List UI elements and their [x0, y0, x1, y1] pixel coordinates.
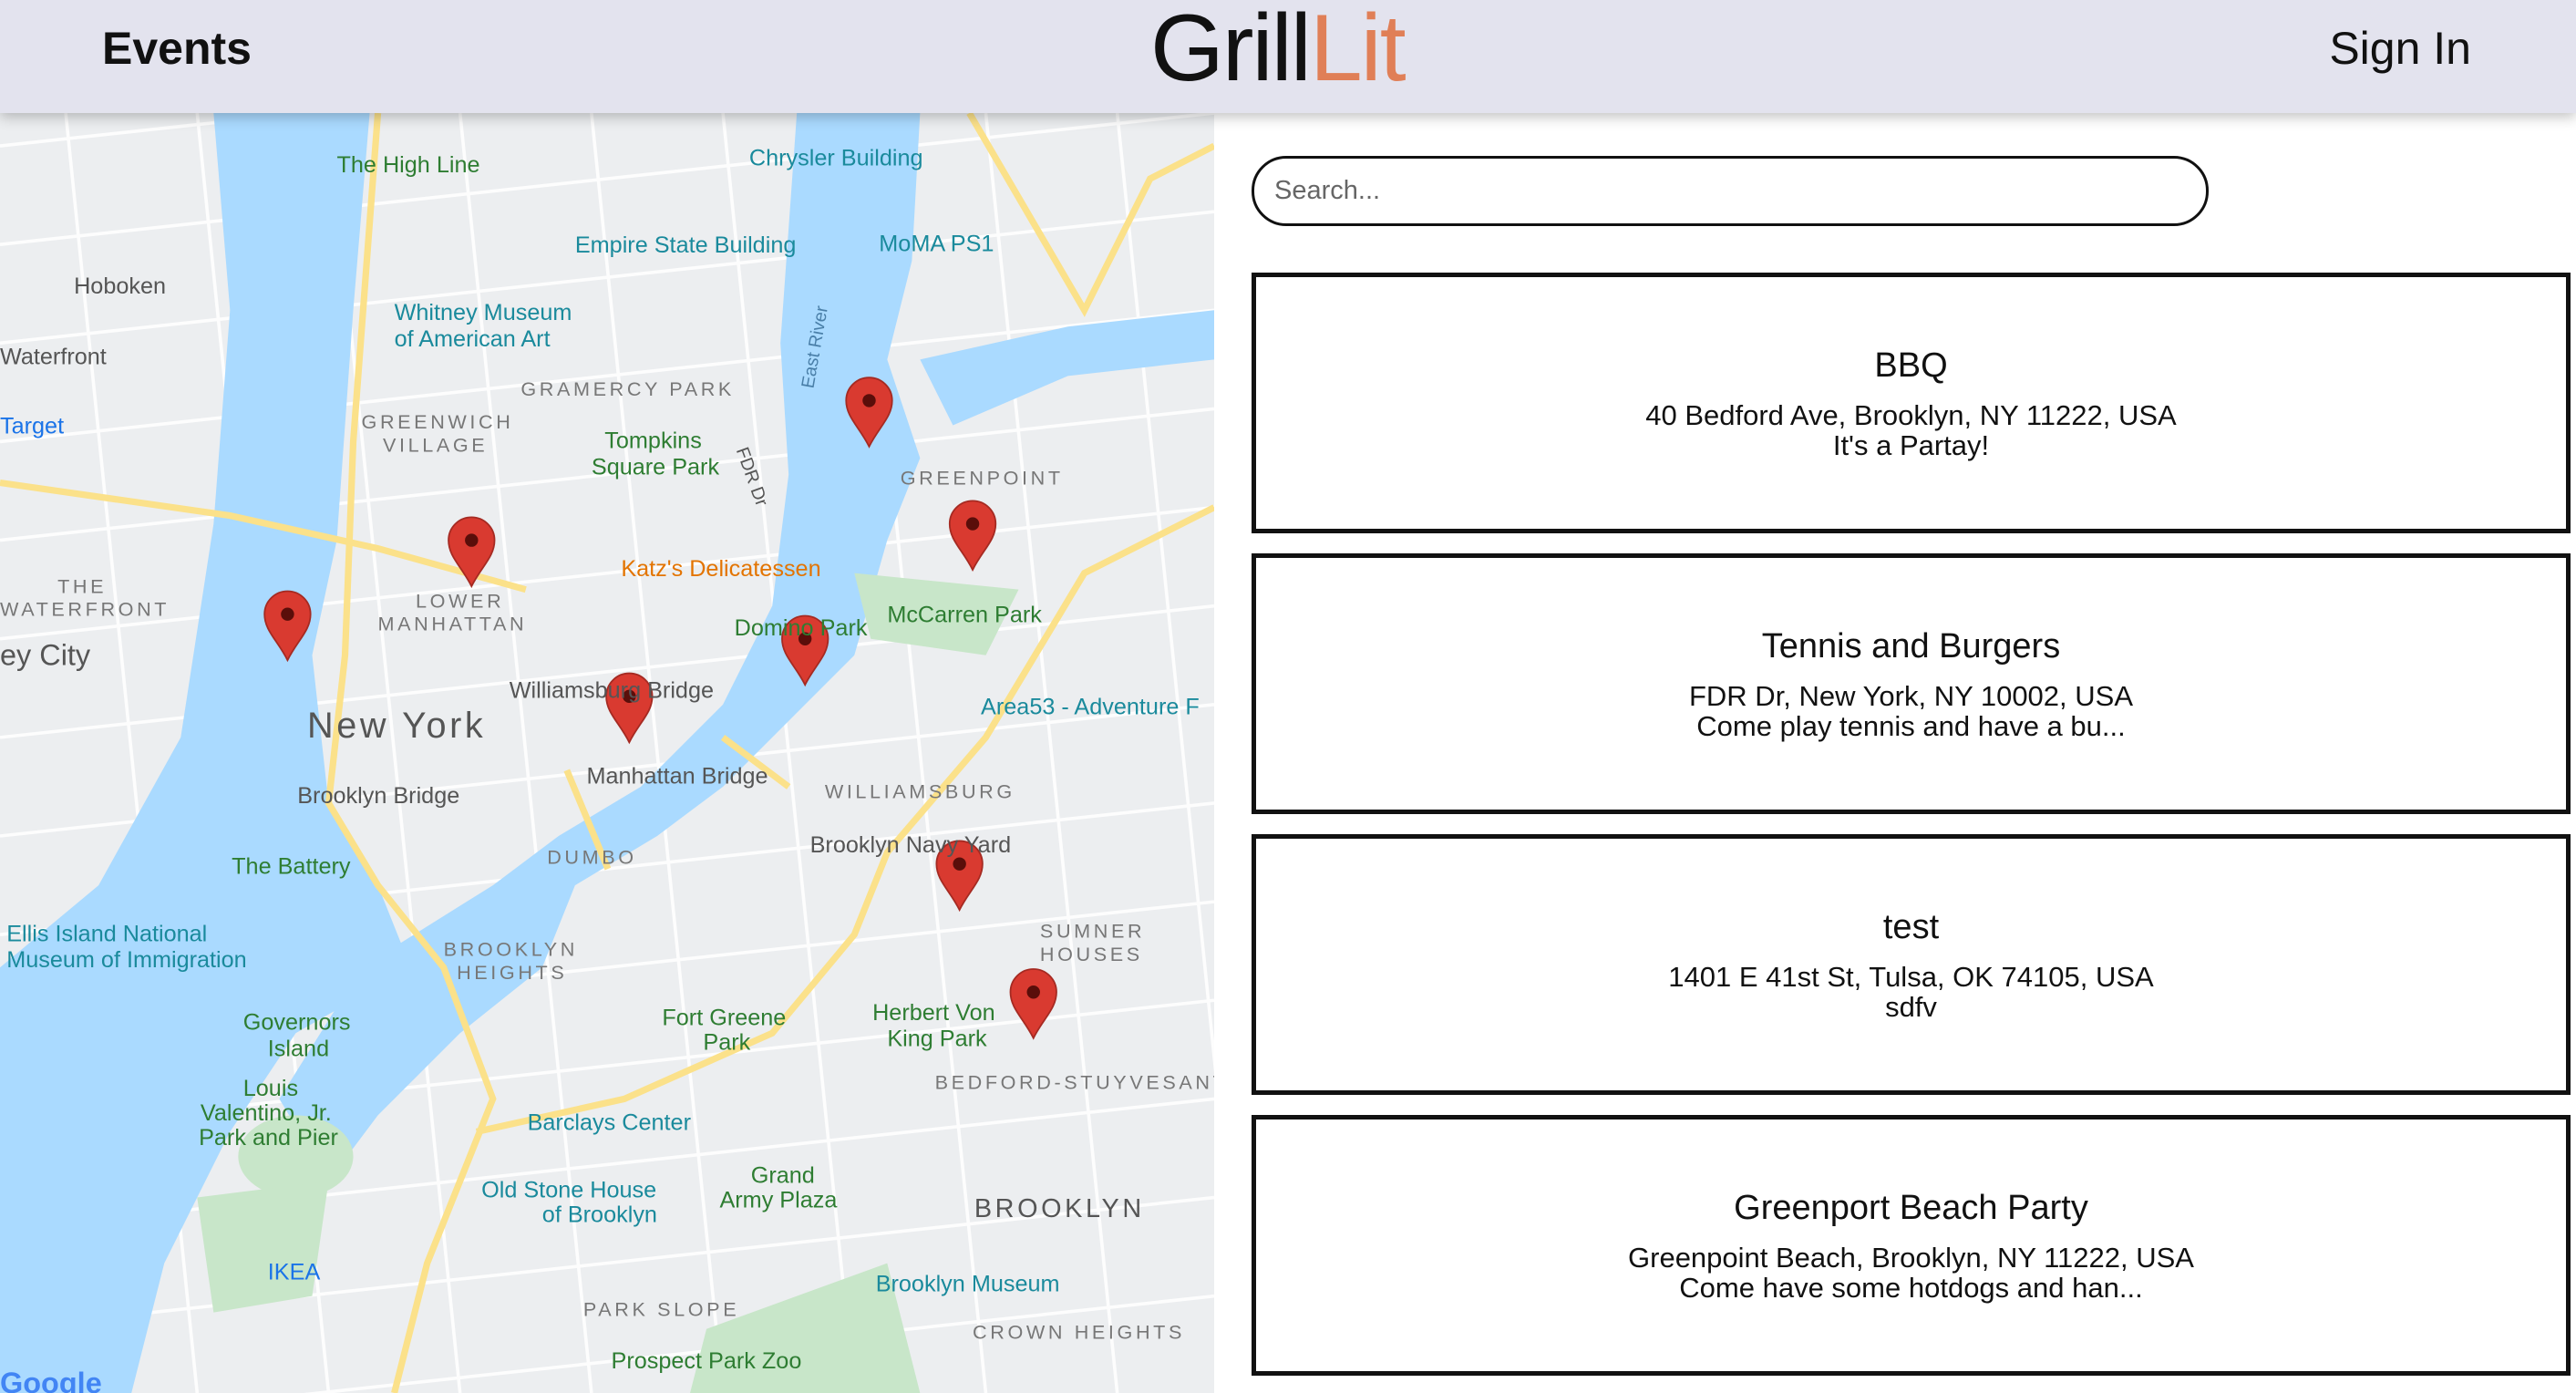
map-label: GREENWICH — [362, 410, 514, 433]
map-label: MANHATTAN — [378, 613, 528, 635]
map-label: Ellis Island National — [6, 921, 207, 946]
map-label: GRAMERCY PARK — [520, 377, 735, 400]
map-label: PARK SLOPE — [583, 1297, 739, 1320]
map-label: Valentino, Jr. — [201, 1100, 332, 1126]
map-label: ey City — [0, 639, 91, 672]
map-label: Army Plaza — [719, 1187, 838, 1212]
map-label: Barclays Center — [528, 1110, 691, 1136]
top-nav-bar: Events GrillLit Sign In — [0, 0, 2576, 113]
map-label: GREENPOINT — [901, 466, 1064, 489]
map-label: Whitney Museum — [395, 300, 572, 325]
map-label: LOWER — [416, 589, 504, 612]
event-address: FDR Dr, New York, NY 10002, USA — [1688, 679, 2134, 712]
map-label: WATERFRONT — [0, 598, 170, 621]
map-label: Chrysler Building — [749, 146, 923, 171]
event-card[interactable]: Greenport Beach Party Greenpoint Beach, … — [1252, 1115, 2571, 1376]
google-logo: Google — [0, 1367, 102, 1393]
events-map[interactable]: The High Line Chrysler Building Empire S… — [0, 113, 1214, 1393]
event-address: 1401 E 41st St, Tulsa, OK 74105, USA — [1668, 960, 2154, 993]
map-label: of Brooklyn — [542, 1202, 657, 1228]
search-input[interactable] — [1252, 156, 2209, 226]
map-label: Manhattan Bridge — [586, 763, 768, 789]
event-title: Greenport Beach Party — [1734, 1188, 2088, 1227]
louis-valentino-park — [197, 1181, 329, 1313]
map-label: The High Line — [336, 152, 479, 178]
map-label: of American Art — [395, 326, 551, 352]
map-label: VILLAGE — [383, 433, 488, 456]
map-label: Target — [0, 413, 64, 439]
grilllit-logo[interactable]: GrillLit — [1150, 0, 1406, 103]
map-label: Park and Pier — [199, 1125, 338, 1151]
map-label: Williamsburg Bridge — [510, 678, 714, 704]
map-label: Prospect Park Zoo — [612, 1348, 802, 1374]
map-label: McCarren Park — [887, 603, 1042, 628]
map-label: DUMBO — [547, 846, 636, 869]
map-canvas[interactable]: The High Line Chrysler Building Empire S… — [0, 113, 1214, 1393]
map-label: THE — [57, 574, 107, 597]
event-card[interactable]: BBQ 40 Bedford Ave, Brooklyn, NY 11222, … — [1252, 273, 2571, 533]
logo-lit: Lit — [1309, 0, 1406, 101]
map-label: Governors — [243, 1010, 351, 1036]
event-card[interactable]: test 1401 E 41st St, Tulsa, OK 74105, US… — [1252, 834, 2571, 1095]
map-label: Empire State Building — [575, 232, 797, 258]
map-label: Brooklyn Museum — [876, 1271, 1060, 1296]
map-label: BEDFORD-STUYVESANT — [935, 1071, 1214, 1094]
map-label: Area53 - Adventure F — [981, 695, 1200, 720]
map-label: Hoboken — [74, 273, 166, 299]
map-label: SUMNER — [1040, 920, 1145, 943]
map-label: Katz's Delicatessen — [621, 556, 820, 582]
map-label: IKEA — [268, 1260, 321, 1285]
map-label: Waterfront — [0, 345, 107, 370]
event-description: Come have some hotdogs and han... — [1679, 1271, 2143, 1304]
map-label: Brooklyn Navy Yard — [810, 832, 1012, 858]
event-card[interactable]: Tennis and Burgers FDR Dr, New York, NY … — [1252, 553, 2571, 814]
map-label: Island — [268, 1037, 329, 1062]
map-label: Brooklyn Bridge — [297, 783, 459, 809]
map-label: CROWN HEIGHTS — [973, 1321, 1185, 1344]
map-label: The Battery — [232, 853, 351, 879]
map-label: King Park — [887, 1027, 987, 1052]
event-description: Come play tennis and have a bu... — [1696, 709, 2126, 742]
logo-grill: Grill — [1150, 0, 1312, 101]
map-label: Old Stone House — [481, 1178, 656, 1203]
map-label: BROOKLYN — [974, 1194, 1145, 1223]
map-label: MoMA PS1 — [879, 231, 994, 256]
event-address: 40 Bedford Ave, Brooklyn, NY 11222, USA — [1645, 398, 2177, 431]
map-label: HOUSES — [1040, 943, 1143, 965]
map-label: HEIGHTS — [457, 961, 567, 984]
map-label: Domino Park — [735, 615, 868, 641]
event-description: sdfv — [1885, 990, 1937, 1023]
event-address: Greenpoint Beach, Brooklyn, NY 11222, US… — [1628, 1241, 2194, 1274]
event-description: It's a Partay! — [1832, 428, 1990, 461]
map-label: Park — [703, 1029, 750, 1055]
sign-in-link[interactable]: Sign In — [2329, 22, 2471, 75]
map-label: Fort Greene — [662, 1005, 786, 1030]
events-nav-link[interactable]: Events — [102, 22, 252, 75]
map-label: WILLIAMSBURG — [825, 780, 1015, 803]
events-panel: BBQ 40 Bedford Ave, Brooklyn, NY 11222, … — [1214, 113, 2576, 1393]
map-label: BROOKLYN — [444, 938, 578, 961]
map-label: New York — [307, 706, 486, 746]
event-title: Tennis and Burgers — [1761, 626, 2061, 666]
map-label: Tompkins — [604, 428, 702, 454]
map-label: Grand — [751, 1162, 815, 1188]
map-label: Herbert Von — [872, 1000, 995, 1026]
map-label: Museum of Immigration — [6, 947, 246, 973]
event-title: BBQ — [1874, 346, 1948, 385]
map-label: Square Park — [592, 455, 720, 480]
event-title: test — [1882, 907, 1940, 946]
map-label: Louis — [243, 1076, 298, 1101]
